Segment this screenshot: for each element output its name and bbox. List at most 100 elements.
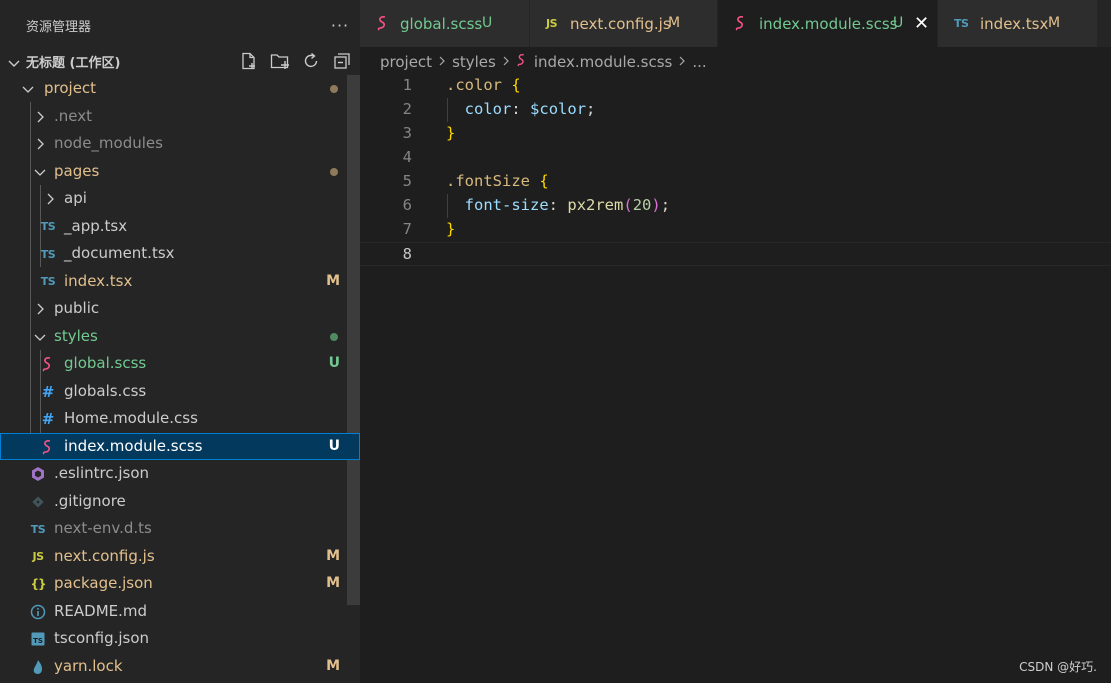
tree-label: api <box>64 189 87 207</box>
code-line[interactable]: 4 <box>360 146 1111 170</box>
tree-file-index-module-scss[interactable]: index.module.scss U <box>0 432 360 460</box>
typescript-icon: TS <box>40 247 56 261</box>
punctuation: : <box>548 196 559 214</box>
tree-file-readme[interactable]: README.md <box>0 598 360 626</box>
tree-file-global-scss[interactable]: global.scss U <box>0 350 360 378</box>
tree-file-globals-css[interactable]: # globals.css <box>0 378 360 406</box>
code-line[interactable]: 3 } <box>360 122 1111 146</box>
modified-dot <box>330 167 338 176</box>
tree-label: globals.css <box>64 381 147 400</box>
paren: ) <box>651 196 661 214</box>
chevron-down-icon <box>32 329 48 345</box>
code-editor[interactable]: 1 .color { 2 color: $color; 3 } 4 5 .fon… <box>360 74 1111 266</box>
tree-folder-project[interactable]: project <box>0 75 360 103</box>
tab-global-scss[interactable]: global.scss U <box>360 0 530 47</box>
css-selector: .color <box>446 76 502 94</box>
new-file-icon[interactable] <box>237 50 261 72</box>
json-icon: {} <box>30 577 46 591</box>
css-icon: # <box>41 410 55 428</box>
scss-icon <box>40 356 56 372</box>
typescript-icon: TS <box>40 220 56 233</box>
explorer-title: 资源管理器 <box>26 19 92 35</box>
workspace-header[interactable]: 无标题 (工作区) <box>0 48 360 74</box>
line-number: 5 <box>402 172 412 190</box>
line-number: 2 <box>402 100 412 118</box>
css-property: font-size <box>464 196 549 214</box>
git-status-badge: U <box>328 437 340 454</box>
file-tree: project .next node_modules pages api TS … <box>0 75 360 680</box>
chevron-right-icon <box>32 136 48 152</box>
tree-label: public <box>54 299 100 317</box>
tree-folder-api[interactable]: api <box>0 185 360 213</box>
tree-file-index-tsx[interactable]: TS index.tsx M <box>0 268 360 296</box>
tree-label: project <box>44 79 97 97</box>
tree-file-app-tsx[interactable]: TS _app.tsx <box>0 213 360 241</box>
collapse-all-icon[interactable] <box>330 50 354 72</box>
tab-index-module-scss[interactable]: index.module.scss U ✕ <box>718 0 938 47</box>
tree-label: package.json <box>54 574 153 592</box>
tree-file-document-tsx[interactable]: TS _document.tsx <box>0 240 360 268</box>
tab-label: index.tsx <box>980 15 1049 33</box>
code-line[interactable]: 2 color: $color; <box>360 98 1111 122</box>
more-actions-icon[interactable]: ··· <box>320 16 360 35</box>
svg-text:TS: TS <box>33 637 43 645</box>
tab-next-config[interactable]: JS next.config.js M <box>530 0 718 47</box>
tree-folder-styles[interactable]: styles <box>0 323 360 351</box>
javascript-icon: JS <box>32 550 44 563</box>
line-number: 1 <box>402 76 412 94</box>
code-line[interactable]: 1 .color { <box>360 74 1111 98</box>
current-code-line[interactable]: 8 <box>360 242 1111 266</box>
tree-folder-public[interactable]: public <box>0 295 360 323</box>
git-icon <box>30 494 46 510</box>
tree-label: styles <box>54 326 98 345</box>
chevron-down-icon[interactable] <box>8 54 20 73</box>
scss-icon <box>516 53 528 71</box>
yarn-icon <box>30 659 46 675</box>
tree-label: README.md <box>54 601 148 620</box>
breadcrumb-item[interactable]: styles <box>452 53 496 71</box>
tab-label: next.config.js <box>570 15 671 33</box>
tree-label: tsconfig.json <box>54 629 150 647</box>
tree-file-gitignore[interactable]: .gitignore <box>0 488 360 516</box>
brace: { <box>511 76 521 94</box>
tree-file-home-module-css[interactable]: # Home.module.css <box>0 405 360 433</box>
scss-icon <box>376 15 390 35</box>
new-folder-icon[interactable] <box>268 50 292 72</box>
code-line[interactable]: 6 font-size: px2rem(20); <box>360 194 1111 218</box>
close-icon[interactable]: ✕ <box>914 13 929 34</box>
javascript-icon: JS <box>546 17 558 30</box>
tree-folder-node-modules[interactable]: node_modules <box>0 130 360 158</box>
number-literal: 20 <box>632 196 652 214</box>
tree-file-tsconfig[interactable]: TS tsconfig.json <box>0 625 360 653</box>
tree-file-eslintrc[interactable]: .eslintrc.json <box>0 460 360 488</box>
typescript-icon: TS <box>40 275 56 288</box>
code-line[interactable]: 5 .fontSize { <box>360 170 1111 194</box>
tree-label: next.config.js <box>54 546 155 565</box>
css-icon: # <box>41 382 55 401</box>
punctuation: : <box>511 100 521 118</box>
tree-file-next-config[interactable]: JS next.config.js M <box>0 543 360 571</box>
tab-label: index.module.scss <box>759 15 898 33</box>
tree-file-yarn-lock[interactable]: yarn.lock M <box>0 653 360 681</box>
tree-file-next-env[interactable]: TS next-env.d.ts <box>0 515 360 543</box>
chevron-right-icon <box>502 55 510 69</box>
tab-status: M <box>1048 15 1061 31</box>
tree-folder-pages[interactable]: pages <box>0 158 360 186</box>
tree-folder-next[interactable]: .next <box>0 103 360 131</box>
breadcrumb-item[interactable]: ... <box>692 53 706 71</box>
breadcrumb-item[interactable]: index.module.scss <box>534 53 672 71</box>
scss-icon <box>40 439 56 455</box>
tab-status: U <box>893 15 904 31</box>
tree-file-package-json[interactable]: {} package.json M <box>0 570 360 598</box>
refresh-icon[interactable] <box>299 50 323 72</box>
scss-icon <box>734 15 748 35</box>
line-number: 3 <box>402 124 412 142</box>
watermark: CSDN @好巧. <box>1019 660 1097 674</box>
tree-label: _document.tsx <box>64 244 175 262</box>
tab-index-tsx[interactable]: TS index.tsx M <box>938 0 1098 47</box>
line-number: 7 <box>402 220 412 238</box>
breadcrumb-item[interactable]: project <box>380 53 432 71</box>
tree-label: pages <box>54 161 100 180</box>
modified-dot <box>330 85 338 93</box>
code-line[interactable]: 7 } <box>360 218 1111 242</box>
